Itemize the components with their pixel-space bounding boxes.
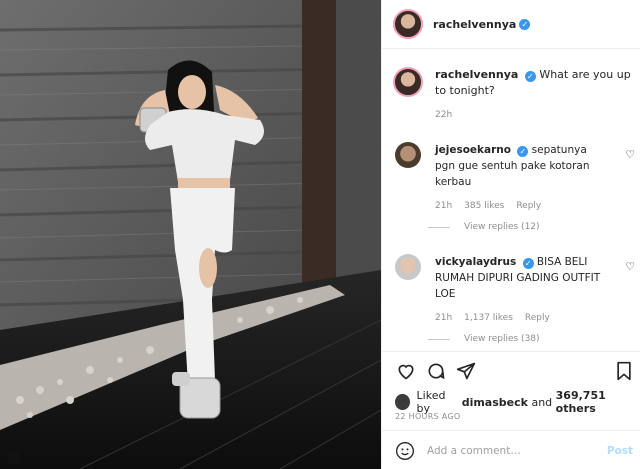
comment-username[interactable]: jejesoekarno [435, 144, 511, 156]
post-photo[interactable] [0, 0, 381, 469]
add-comment-bar: Add a comment… Post [382, 430, 640, 469]
verified-badge-icon: ✓ [517, 146, 529, 157]
comment-like-heart-icon[interactable]: ♡ [625, 148, 635, 161]
caption: rachelvennya ✓ What are you up to tonigh… [393, 67, 633, 123]
likes-and: and [531, 395, 553, 409]
comment-item: jejesoekarno ✓ sepatunya pgn gue sentuh … [395, 142, 635, 214]
comment-likes[interactable]: 1,137 likes [464, 310, 513, 326]
comment-likes[interactable]: 385 likes [464, 198, 504, 214]
caption-time: 22h [435, 110, 453, 120]
comment-item: vickyalaydrus ✓ BISA BELI RUMAH DIPURI G… [395, 254, 635, 326]
avatar[interactable] [395, 394, 410, 410]
post-button[interactable]: Post [607, 445, 633, 457]
comment-meta: 21h 385 likes Reply [435, 198, 610, 214]
view-replies-button[interactable]: View replies (38) [428, 334, 540, 344]
verified-badge-icon: ✓ [519, 18, 531, 30]
comment-meta: 21h 1,137 likes Reply [435, 310, 610, 326]
comment-body: jejesoekarno ✓ sepatunya pgn gue sentuh … [435, 142, 610, 214]
verified-badge-icon: ✓ [524, 71, 536, 82]
post-side-panel: rachelvennya ✓ rachelvennya ✓ What are y… [381, 0, 640, 469]
post-actions: Liked by dimasbeck and 369,751 others 22… [382, 351, 640, 469]
bookmark-icon[interactable] [613, 360, 635, 382]
avatar[interactable] [395, 254, 421, 280]
comment-time[interactable]: 21h [435, 198, 452, 214]
header-username[interactable]: rachelvennya [433, 18, 516, 31]
comment-username[interactable]: vickyalaydrus [435, 256, 516, 268]
post-header: rachelvennya ✓ [382, 0, 640, 49]
paper-plane-icon[interactable] [455, 360, 477, 382]
post-image [0, 0, 381, 469]
reply-button[interactable]: Reply [516, 198, 541, 214]
avatar[interactable] [393, 9, 423, 39]
likes-user[interactable]: dimasbeck [462, 396, 528, 409]
comment-like-heart-icon[interactable]: ♡ [625, 260, 635, 273]
comment-body: vickyalaydrus ✓ BISA BELI RUMAH DIPURI G… [435, 254, 610, 326]
smile-icon[interactable] [395, 441, 415, 461]
divider [428, 226, 450, 228]
likes-count[interactable]: 369,751 others [556, 389, 640, 415]
action-icons [395, 360, 635, 384]
caption-avatar[interactable] [393, 67, 423, 97]
divider [428, 338, 450, 340]
comment-icon[interactable] [425, 360, 447, 382]
avatar[interactable] [395, 142, 421, 168]
caption-text-block: rachelvennya ✓ What are you up to tonigh… [435, 67, 633, 123]
view-replies-label: View replies (12) [464, 222, 540, 232]
view-replies-label: View replies (38) [464, 334, 540, 344]
caption-username[interactable]: rachelvennya [435, 68, 518, 81]
view-replies-button[interactable]: View replies (12) [428, 222, 540, 232]
verified-badge-icon: ✓ [522, 258, 534, 269]
post-timestamp[interactable]: 22 HOURS AGO [395, 412, 461, 421]
comment-input[interactable]: Add a comment… [427, 445, 607, 457]
heart-icon[interactable] [395, 360, 417, 382]
reply-button[interactable]: Reply [525, 310, 550, 326]
comment-time[interactable]: 21h [435, 310, 452, 326]
